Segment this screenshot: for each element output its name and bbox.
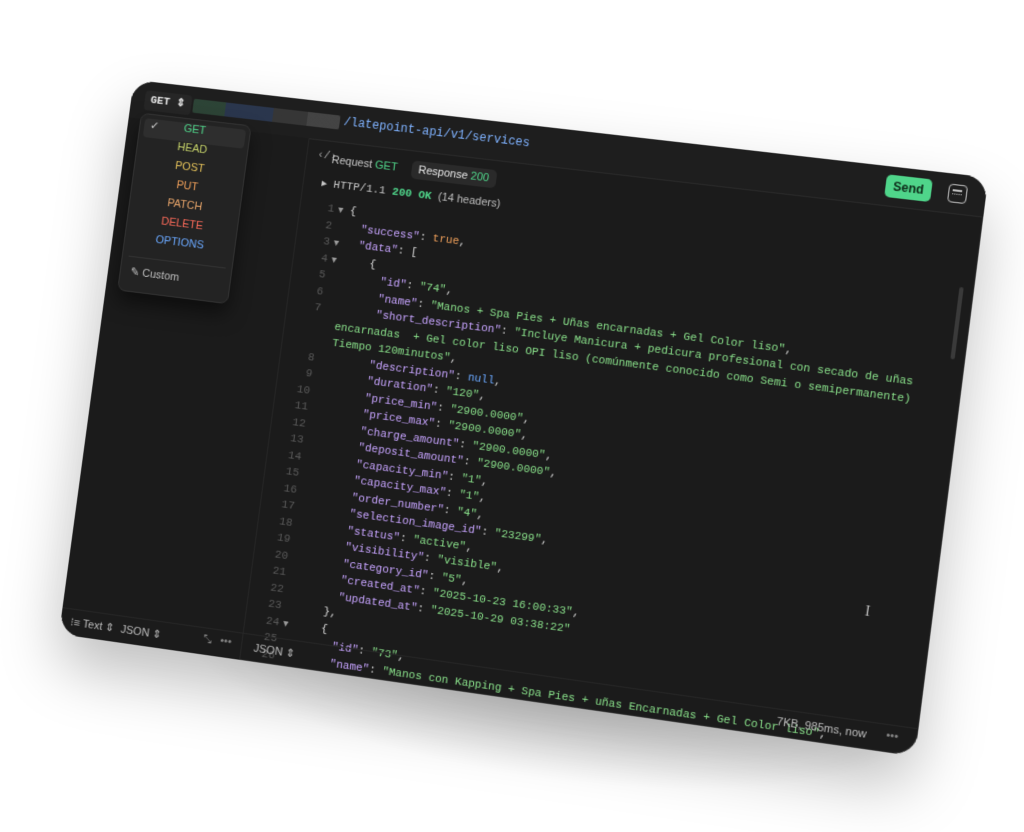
code-token: , (544, 449, 553, 463)
tab-response-label: Response (417, 164, 469, 183)
response-format-select[interactable]: JSON ⇕ (253, 641, 296, 660)
fold-toggle-icon[interactable]: ▼ (282, 615, 290, 632)
tab-request-method: GET (374, 159, 399, 174)
fold-toggle-icon[interactable]: ▼ (337, 202, 345, 219)
method-option-label: GET (183, 122, 207, 138)
code-token: , (476, 508, 485, 522)
response-pane: Request GET Response 200 ▸ HTTP/1.1 200 … (240, 138, 983, 757)
fold-toggle-icon[interactable]: ▼ (330, 252, 338, 269)
scrollbar[interactable] (950, 286, 964, 360)
code-token: , (571, 606, 580, 620)
code-token: { (342, 255, 377, 272)
code-token: { (349, 205, 358, 219)
line-number (284, 330, 317, 334)
http-proto: ▸ HTTP/1.1 (320, 178, 387, 198)
text-cursor-icon: I (864, 604, 871, 621)
code-token: , (460, 574, 469, 588)
tab-response-code: 200 (469, 170, 490, 185)
method-dropdown: ✓ GET HEAD POST PUT PATCH DELETE OPTIONS ✎ Cust… (117, 112, 252, 305)
code-token: , (520, 429, 529, 443)
response-body[interactable]: 1 ▼{2 "success": true, 3 ▼ "data": [4 ▼ {5 "… (250, 198, 944, 756)
http-headers-count: (14 headers) (437, 190, 502, 211)
method-option-label: POST (174, 159, 206, 176)
code-token: , (458, 235, 467, 249)
request-footer: ⁝≡ Text ⇕ JSON ⇕ ⤡ ••• (58, 607, 243, 660)
calendar-icon[interactable] (946, 183, 969, 205)
code-token: "1" (458, 489, 480, 504)
more-icon[interactable]: ••• (219, 635, 232, 649)
text-format-select[interactable]: ⁝≡ Text ⇕ (70, 615, 116, 634)
tab-request-label: Request (330, 154, 373, 171)
method-select[interactable]: GET ⇕ (143, 90, 193, 116)
code-token: true (431, 232, 460, 248)
code-token: , (784, 343, 793, 357)
line-number: 7 (313, 301, 322, 315)
fold-toggle-icon[interactable]: ▼ (332, 235, 340, 252)
code-token: , (465, 541, 474, 555)
code-token: , (495, 562, 505, 576)
code-line: { (349, 204, 358, 221)
tab-request[interactable]: Request GET (324, 150, 406, 177)
method-option-label: HEAD (176, 141, 208, 157)
code-token: "23299" (493, 527, 542, 547)
code-token: , (549, 467, 558, 481)
code-token: "5" (440, 571, 463, 587)
code-token: , (480, 475, 489, 489)
code-token: null (467, 371, 496, 388)
code-token: , (445, 284, 454, 298)
code-token: "1" (460, 472, 482, 488)
code-token: , (478, 491, 487, 505)
code-token: "4" (456, 505, 478, 521)
code-token: , (522, 412, 531, 426)
check-icon: ✓ (149, 119, 160, 133)
code-token: , (493, 375, 502, 389)
more-icon[interactable]: ••• (885, 729, 899, 743)
response-stats: 7KB, 985ms, now (775, 715, 868, 741)
code-token: { (294, 619, 329, 636)
code-token: "120" (445, 385, 480, 403)
code-token: , (478, 390, 487, 404)
code-token: , (449, 352, 458, 366)
http-status-code: 200 OK (391, 186, 433, 204)
code-token: : [ (396, 245, 419, 260)
method-option-label: PUT (175, 179, 199, 194)
code-token: , (540, 534, 549, 548)
send-button[interactable]: Send (884, 174, 933, 203)
code-token: "74" (418, 281, 447, 297)
json-format-select[interactable]: JSON ⇕ (120, 623, 162, 642)
tab-response[interactable]: Response 200 (410, 160, 498, 189)
magic-wand-icon[interactable]: ⤡ (202, 633, 212, 647)
